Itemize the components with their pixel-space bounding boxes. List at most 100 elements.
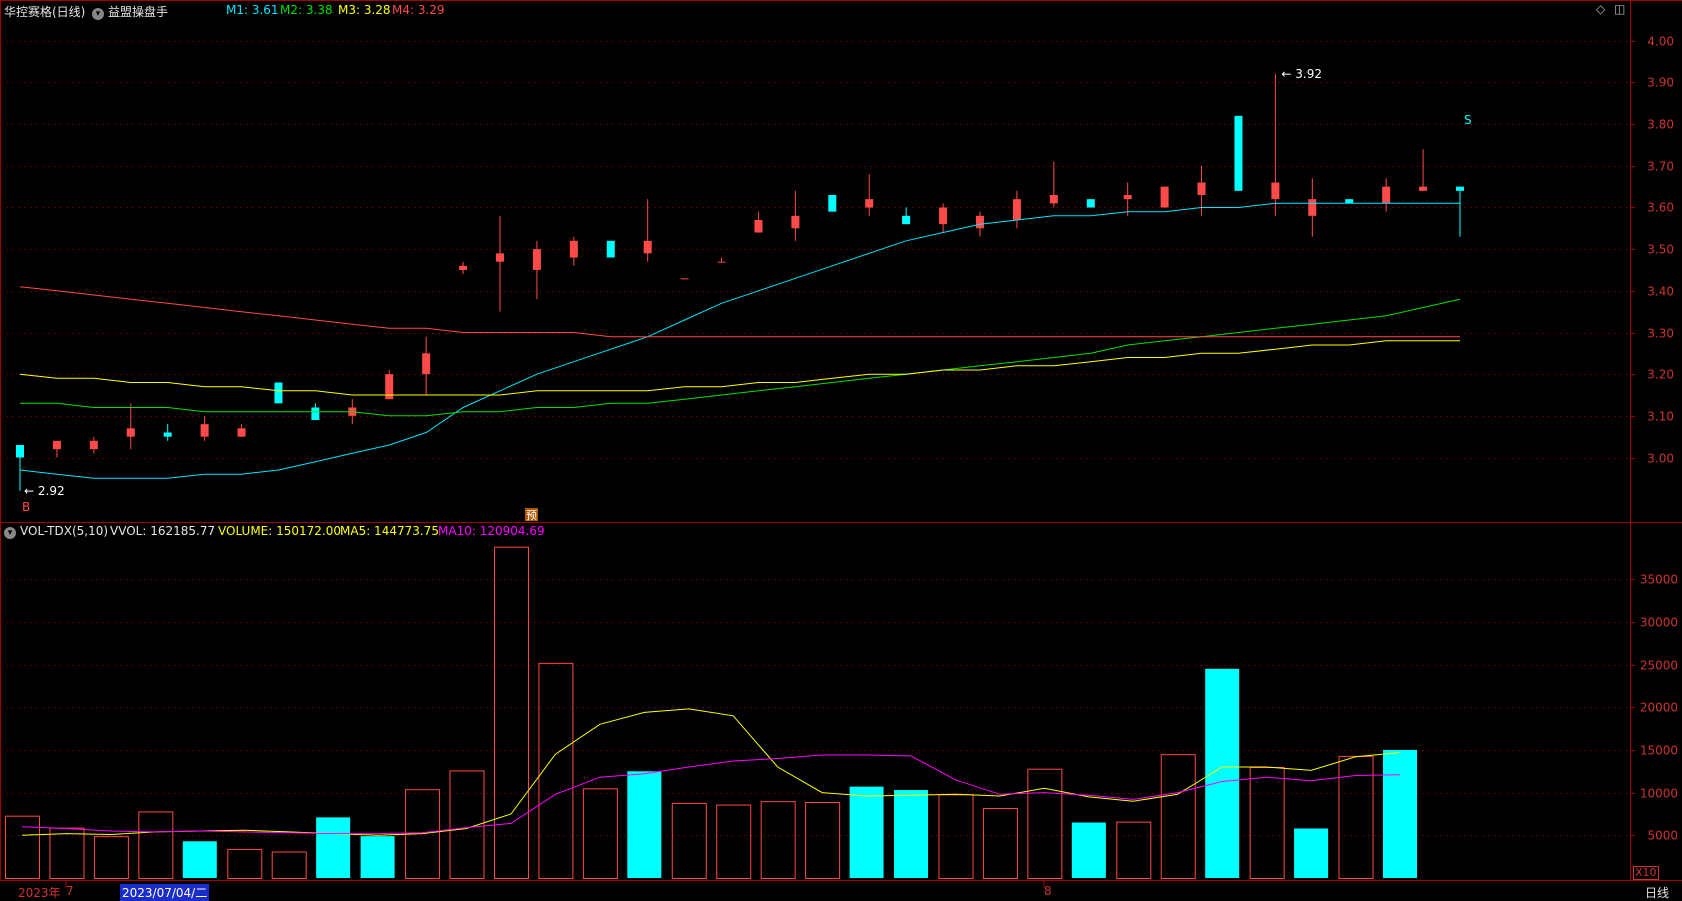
year-label: 2023年 [18,886,61,900]
candle-body [902,215,911,225]
candle-body [569,240,578,258]
volume-bar [227,848,263,880]
volume-bar [138,811,174,880]
candle-body [52,440,61,450]
price-tick-label: 3.80 [1647,118,1674,132]
candle-body [1382,186,1391,204]
indicator-name: 益盟操盘手 [108,5,169,19]
stock-title: 华控赛格(日线) [4,5,86,19]
ma10-value: MA10: 120904.69 [438,524,545,538]
volume-bar [938,794,974,879]
price-tick-label: 3.90 [1647,76,1674,90]
volume-bar [671,802,707,879]
candle-body [311,407,320,420]
candle-body [680,278,689,280]
candle-body [1049,195,1058,204]
price-tick-label: 3.30 [1647,327,1674,341]
panel-toggle-icon[interactable]: ◫ [1614,2,1625,16]
price-tick-label: 3.10 [1647,410,1674,424]
low-price-label: ← 2.92 [24,484,65,498]
indicator-selector[interactable]: ▾ 益盟操盘手 [92,3,168,20]
candle-body [16,445,24,458]
price-line-m2 [20,298,1461,417]
candle-body [791,215,800,229]
candle-body [237,428,246,437]
volume-bar [1160,754,1196,880]
scale-label[interactable]: X10 [1633,866,1659,880]
volume-bar [5,815,40,880]
volume-tick-label: 35000 [1640,573,1678,587]
volume-indicator-selector[interactable]: ▾ VOL-TDX(5,10) [4,524,108,539]
candle-body [1419,186,1428,191]
candle-body [976,215,984,229]
ma-value-m2: M2: 3.38 [280,3,333,17]
candle-body [1012,199,1021,220]
chevron-down-icon[interactable]: ▾ [92,8,104,20]
ma-value-m4: M4: 3.29 [392,3,445,17]
volume-tick-label: 15000 [1640,744,1678,758]
candle-body [643,240,652,254]
candle-body [606,240,615,258]
price-line-m3 [19,340,1460,396]
volume-bar [1071,822,1106,878]
price-tick-label: 3.00 [1647,452,1674,466]
diamond-icon[interactable]: ◇ [1596,2,1605,16]
candle-body [496,253,504,262]
candle-body [1234,115,1243,191]
candle-body [939,207,948,225]
price-tick-label: 3.40 [1647,285,1674,299]
sell-marker: S [1464,113,1472,127]
volume-bar [1116,821,1152,880]
stock-chart[interactable]: 4.00 3.90 3.80 3.70 3.60 3.50 3.40 3.30 3.20 3.10… [0,0,1682,901]
volume-bar [627,771,662,878]
volume-bar [716,804,752,879]
volume-bar [1027,768,1063,880]
volume-tick-label: 25000 [1640,659,1678,673]
month-start-label: 7 [66,884,74,898]
high-price-label: ← 3.92 [1281,67,1322,81]
volume-bar [1383,749,1417,878]
period-label[interactable]: 日线 [1645,884,1669,901]
cursor-date-label: 2023/07/04/二 [120,884,210,901]
chevron-down-icon[interactable]: ▾ [4,527,16,539]
candle-body [1345,199,1354,204]
volume-line-ma10 [21,754,1401,835]
candle-body [754,220,763,233]
candle-body [126,428,135,437]
volume-line-ma5 [21,708,1401,836]
price-tick-label: 4.00 [1647,35,1674,49]
volume-bar [316,817,351,878]
price-tick-label: 3.20 [1647,368,1674,382]
volume-bar [182,841,217,878]
volume-tick-label: 30000 [1640,616,1678,630]
buy-marker: B [22,500,30,514]
volume-tick-label: 5000 [1647,829,1678,843]
ma-value-m1: M1: 3.61 [226,3,279,17]
volume-tick-label: 10000 [1640,787,1678,801]
volume-bar [1205,668,1240,878]
volume-bar [760,801,796,880]
volume-bar [493,546,529,879]
month-mid-label: 8 [1044,884,1052,898]
ma5-value: MA5: 144773.75 [340,524,439,538]
candle-body [1456,186,1464,191]
pre-marker: 预 [526,509,537,522]
price-line-m4 [19,286,1460,338]
volume-bar [982,807,1018,879]
volume-bar [360,836,395,878]
candle-body [1086,199,1095,208]
candle-body [89,440,98,450]
volume-bar [849,786,884,878]
ma-value-m3: M3: 3.28 [338,3,391,17]
candle-body [828,195,837,212]
candle-body [717,261,726,263]
volume-value: VOLUME: 150172.00 [218,524,341,538]
volume-bar [538,662,574,879]
candle-body [422,353,431,375]
candle-body [1197,182,1206,195]
candle-body [163,432,172,437]
candle-body [532,249,541,270]
price-tick-label: 3.60 [1647,201,1674,215]
candle-body [1123,195,1132,200]
volume-bar [1338,755,1374,880]
